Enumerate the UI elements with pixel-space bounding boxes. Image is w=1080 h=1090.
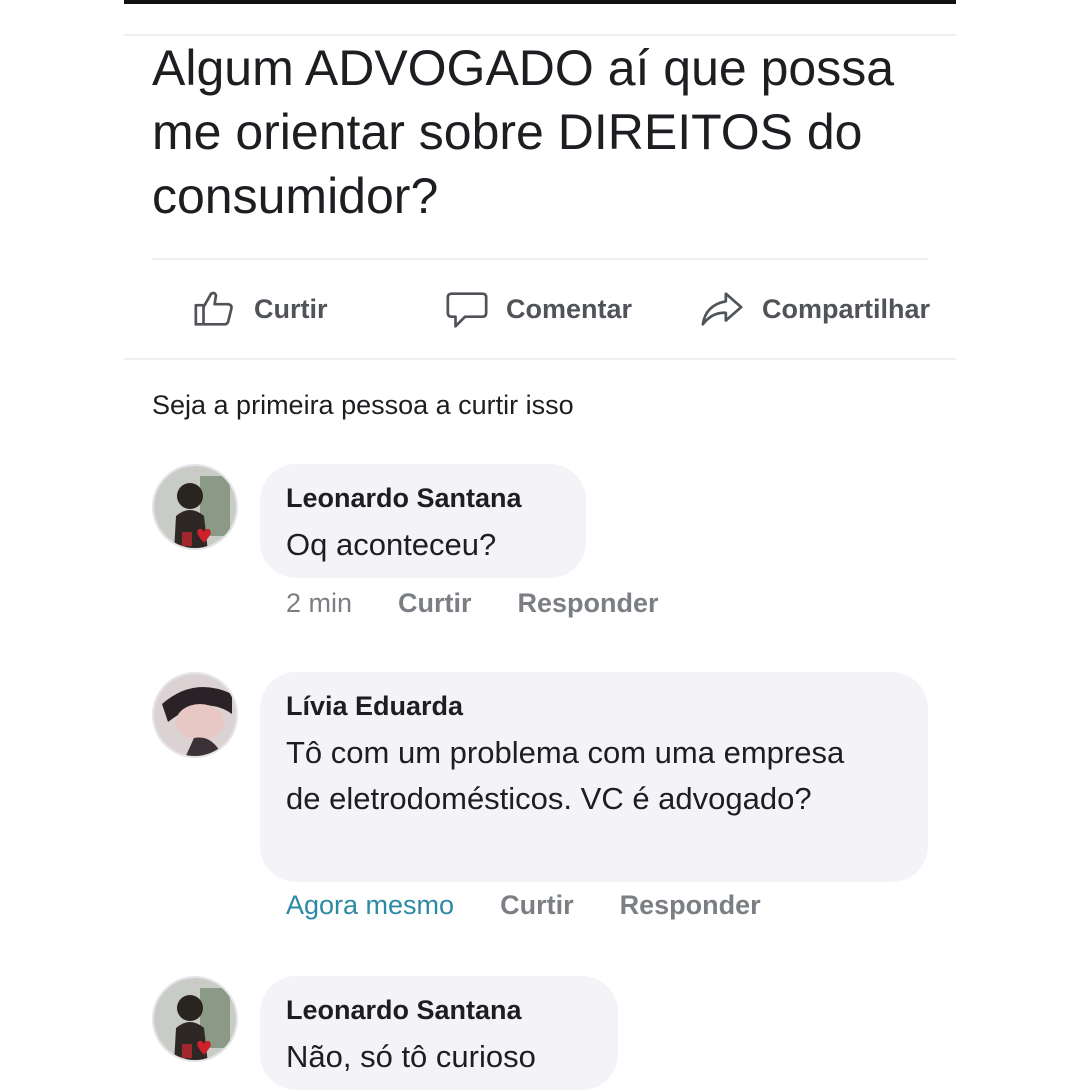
comment-text: Não, só tô curioso	[286, 1039, 536, 1074]
post-text: Algum ADVOGADO aí que possa me orientar …	[152, 40, 895, 224]
like-label: Curtir	[254, 293, 328, 324]
comment-meta: Agora mesmo Curtir Responder	[286, 890, 807, 921]
avatar[interactable]	[152, 464, 238, 550]
comment-bubble: Lívia Eduarda Tô com um problema com uma…	[260, 672, 928, 882]
comment-author[interactable]: Leonardo Santana	[286, 480, 556, 516]
comment-reply-button[interactable]: Responder	[620, 890, 761, 921]
share-arrow-icon	[701, 292, 743, 326]
top-bar	[124, 0, 956, 4]
thumbs-up-icon	[194, 291, 233, 326]
speech-bubble-icon	[446, 292, 488, 328]
comment-meta: 2 min Curtir Responder	[286, 588, 705, 619]
avatar[interactable]	[152, 672, 238, 758]
share-button[interactable]: Compartilhar	[698, 284, 930, 334]
comment-bubble: Leonardo Santana Oq aconteceu?	[260, 464, 586, 578]
divider	[124, 358, 956, 360]
divider	[152, 258, 928, 260]
comment-timestamp[interactable]: 2 min	[286, 588, 352, 619]
comment-reply-button[interactable]: Responder	[518, 588, 659, 619]
like-button[interactable]: Curtir	[192, 284, 328, 334]
share-label: Compartilhar	[762, 293, 931, 324]
comment-timestamp[interactable]: Agora mesmo	[286, 890, 454, 921]
profile-photo	[154, 674, 236, 756]
avatar[interactable]	[152, 976, 238, 1062]
comment-label: Comentar	[506, 293, 633, 324]
profile-photo	[154, 466, 236, 548]
comment-like-button[interactable]: Curtir	[500, 890, 574, 921]
comment-bubble: Leonardo Santana Não, só tô curioso	[260, 976, 618, 1090]
profile-photo	[154, 978, 236, 1060]
reactions-summary: Seja a primeira pessoa a curtir isso	[152, 390, 574, 420]
comment-text: Oq aconteceu?	[286, 527, 497, 562]
comment-text: Tô com um problema com uma empresa de el…	[286, 735, 845, 816]
comment-like-button[interactable]: Curtir	[398, 588, 472, 619]
comment-author[interactable]: Leonardo Santana	[286, 992, 588, 1028]
comment-button[interactable]: Comentar	[444, 284, 632, 334]
comment-author[interactable]: Lívia Eduarda	[286, 688, 898, 724]
